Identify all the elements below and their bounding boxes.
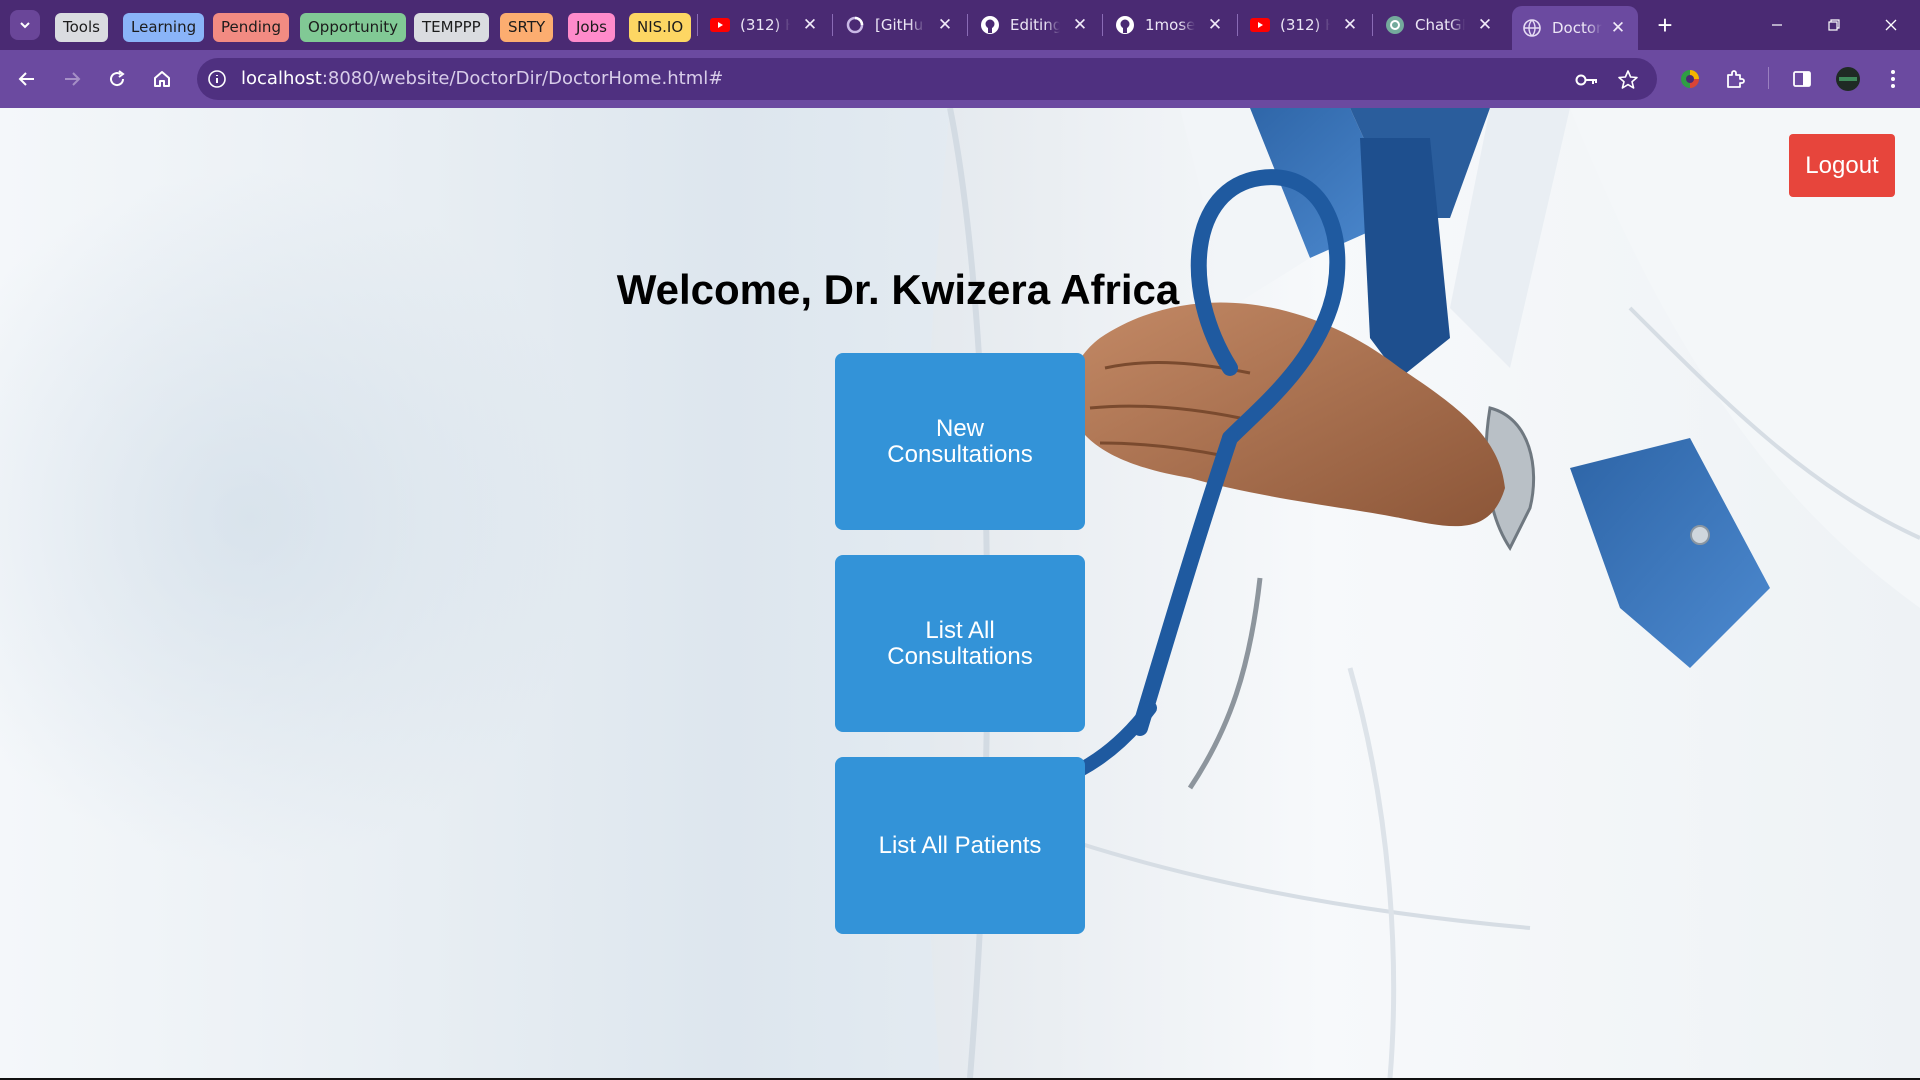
tab-title: (312) H bbox=[740, 16, 790, 34]
url-text[interactable]: localhost:8080/website/DoctorDir/DoctorH… bbox=[241, 58, 723, 100]
tab-search-button[interactable] bbox=[10, 10, 40, 40]
youtube-icon bbox=[1250, 15, 1270, 35]
close-tab-icon[interactable]: ✕ bbox=[935, 15, 955, 35]
toolbar-separator bbox=[1768, 67, 1769, 89]
logout-button[interactable]: Logout bbox=[1789, 134, 1895, 197]
restore-icon bbox=[1828, 19, 1840, 31]
close-tab-icon[interactable]: ✕ bbox=[1070, 15, 1090, 35]
github-icon bbox=[980, 15, 1000, 35]
tab-separator bbox=[1102, 14, 1103, 36]
tab-title: (312) H bbox=[1280, 16, 1330, 34]
back-button[interactable] bbox=[12, 64, 42, 94]
tab-separator bbox=[832, 14, 833, 36]
chevron-down-icon bbox=[20, 22, 30, 29]
tab-group-tools[interactable]: Tools bbox=[55, 13, 108, 42]
github-icon bbox=[1115, 15, 1135, 35]
tab-group-pending[interactable]: Pending bbox=[213, 13, 289, 42]
welcome-heading: Welcome, Dr. Kwizera Africa bbox=[0, 266, 1920, 314]
list-all-consultations-button[interactable]: List All Consultations bbox=[835, 555, 1085, 732]
globe-icon bbox=[1522, 18, 1542, 38]
forward-button[interactable] bbox=[57, 64, 87, 94]
profile-avatar[interactable] bbox=[1833, 64, 1863, 94]
tab-title: Doctor bbox=[1552, 19, 1602, 37]
tab-title: 1mose bbox=[1145, 16, 1195, 34]
browser-menu-icon[interactable] bbox=[1878, 64, 1908, 94]
tab-youtube-2[interactable]: (312) H ✕ bbox=[1250, 8, 1360, 42]
side-panel-icon[interactable] bbox=[1787, 64, 1817, 94]
reload-icon bbox=[110, 70, 125, 87]
loading-icon bbox=[845, 15, 865, 35]
close-tab-icon[interactable]: ✕ bbox=[1205, 15, 1225, 35]
tab-github-3[interactable]: 1mose ✕ bbox=[1115, 8, 1225, 42]
minimize-icon bbox=[1772, 24, 1782, 26]
list-all-patients-button[interactable]: List All Patients bbox=[835, 757, 1085, 934]
close-tab-icon[interactable]: ✕ bbox=[1340, 15, 1360, 35]
action-label: List All Patients bbox=[878, 831, 1042, 859]
new-consultations-button[interactable]: New Consultations bbox=[835, 353, 1085, 530]
arrow-left-icon bbox=[18, 72, 34, 86]
minimize-button[interactable] bbox=[1762, 10, 1792, 40]
restore-button[interactable] bbox=[1819, 10, 1849, 40]
page-viewport: Logout Welcome, Dr. Kwizera Africa New C… bbox=[0, 108, 1920, 1078]
tab-group-srty[interactable]: SRTY bbox=[500, 13, 554, 42]
close-tab-icon[interactable]: ✕ bbox=[800, 15, 820, 35]
welcome-text: Welcome, Dr. Kwizera Africa bbox=[616, 266, 1180, 313]
tab-chatgpt[interactable]: ChatGP ✕ bbox=[1385, 8, 1495, 42]
new-tab-button[interactable]: + bbox=[1650, 10, 1680, 40]
tab-youtube-1[interactable]: (312) H ✕ bbox=[710, 8, 820, 42]
bookmark-star-icon[interactable] bbox=[1616, 68, 1640, 92]
tab-group-learning[interactable]: Learning bbox=[123, 13, 205, 42]
home-button[interactable] bbox=[147, 64, 177, 94]
close-tab-icon[interactable]: ✕ bbox=[1475, 15, 1495, 35]
arrow-right-icon bbox=[65, 72, 81, 86]
youtube-icon bbox=[710, 15, 730, 35]
tab-title: Editing bbox=[1010, 16, 1060, 34]
tab-group-temppp[interactable]: TEMPPP bbox=[414, 13, 489, 42]
tab-separator bbox=[697, 14, 698, 36]
tab-github-1[interactable]: [GitHu ✕ bbox=[845, 8, 955, 42]
tab-group-opportunity[interactable]: Opportunity bbox=[300, 13, 407, 42]
extension-color-icon[interactable] bbox=[1675, 64, 1705, 94]
address-bar[interactable]: localhost:8080/website/DoctorDir/DoctorH… bbox=[197, 58, 1657, 100]
tab-separator bbox=[967, 14, 968, 36]
tab-separator bbox=[1372, 14, 1373, 36]
url-path: :8080/website/DoctorDir/DoctorHome.html# bbox=[321, 68, 724, 89]
tab-group-nisio[interactable]: NIS.IO bbox=[629, 13, 692, 42]
tab-group-jobs[interactable]: Jobs bbox=[568, 13, 615, 42]
tab-doctor-active[interactable]: Doctor ✕ bbox=[1512, 6, 1638, 50]
password-key-icon[interactable] bbox=[1575, 68, 1599, 92]
extensions-puzzle-icon[interactable] bbox=[1720, 64, 1750, 94]
home-icon bbox=[154, 71, 170, 87]
tab-separator bbox=[1237, 14, 1238, 36]
url-host: localhost bbox=[241, 68, 322, 89]
action-label: List All Consultations bbox=[887, 616, 1033, 670]
action-label: New Consultations bbox=[887, 414, 1033, 468]
info-icon[interactable] bbox=[207, 69, 227, 89]
chatgpt-icon bbox=[1385, 15, 1405, 35]
close-tab-icon[interactable]: ✕ bbox=[1608, 18, 1628, 38]
close-window-button[interactable] bbox=[1876, 10, 1906, 40]
browser-toolbar: localhost:8080/website/DoctorDir/DoctorH… bbox=[0, 50, 1920, 108]
tab-title: [GitHu bbox=[875, 16, 924, 34]
tab-title: ChatGP bbox=[1415, 16, 1465, 34]
tab-strip: Tools Learning Pending Opportunity TEMPP… bbox=[0, 0, 1920, 50]
close-icon bbox=[1885, 19, 1897, 31]
reload-button[interactable] bbox=[102, 64, 132, 94]
tab-github-2[interactable]: Editing ✕ bbox=[980, 8, 1090, 42]
